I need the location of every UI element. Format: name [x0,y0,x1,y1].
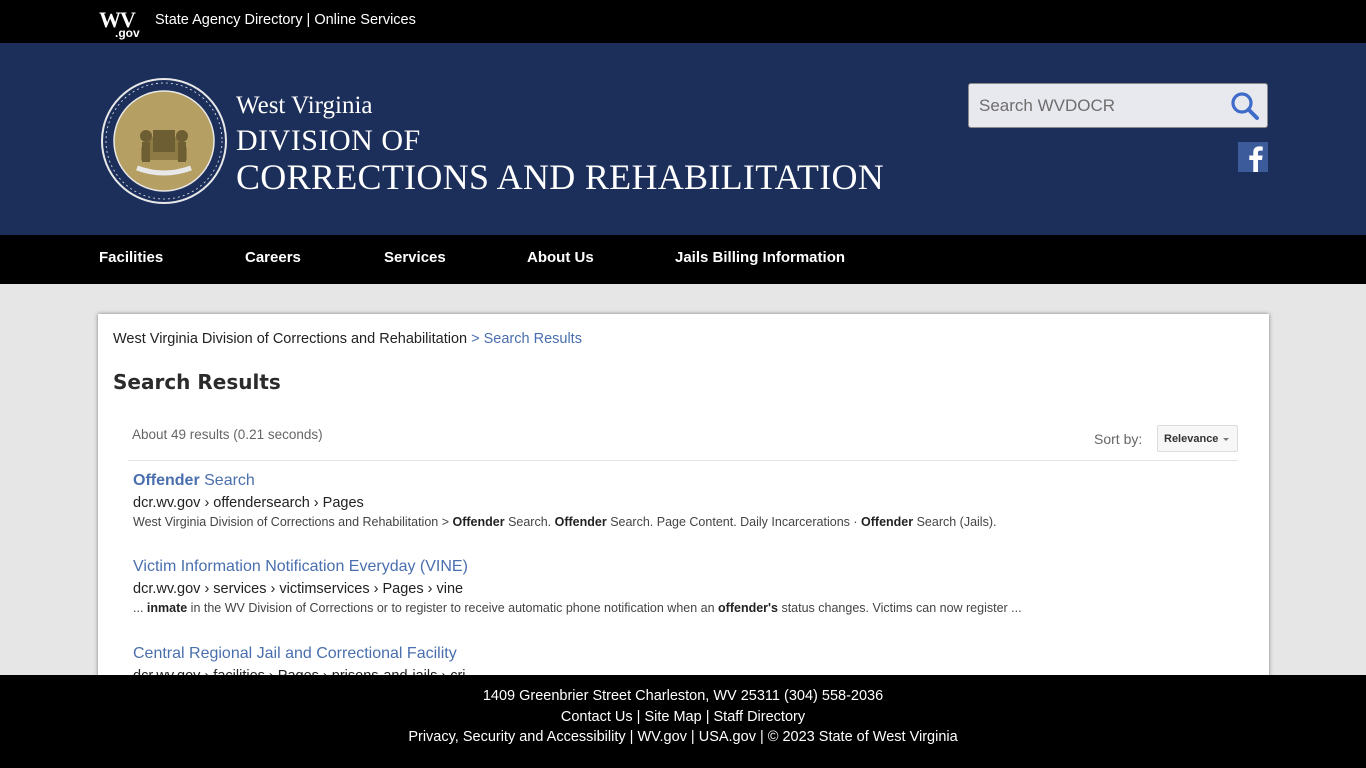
snippet-highlight: Offender [861,515,914,529]
header-title-agency: CORRECTIONS AND REHABILITATION [236,157,885,197]
nav-item-about-us[interactable]: About Us [527,249,594,266]
footer-address: 1409 Greenbrier Street Charleston, WV 25… [482,688,884,704]
copyright-text: © 2023 State of West Virginia [767,729,958,745]
header-title-division: DIVISION OF [236,124,421,157]
snippet-text: in the WV Division of Corrections or to … [187,601,719,615]
search-result-title-link[interactable]: Central Regional Jail and Correctional F… [133,645,1233,667]
snippet-text: Search. [504,515,555,529]
result-title-text: Search [199,472,255,489]
search-result-url: dcr.wv.gov › offendersearch › Pages [133,495,364,511]
contact-us-link[interactable]: Contact Us [561,709,633,725]
breadcrumb: West Virginia Division of Corrections an… [113,331,582,347]
snippet-text: Search. Page Content. Daily Incarceratio… [606,515,862,529]
result-title-text: Central Regional Jail and Correctional F… [133,645,457,662]
page-title: Search Results [113,370,281,394]
online-services-link[interactable]: Online Services [314,12,416,28]
wv-gov-logo[interactable]: WV .gov [99,9,140,41]
search-icon[interactable] [1229,90,1261,122]
breadcrumb-current: Search Results [483,331,582,347]
main-nav: Facilities Careers Services About Us Jai… [0,235,1366,284]
breadcrumb-home-link[interactable]: West Virginia Division of Corrections an… [113,331,467,347]
snippet-highlight: Offender [452,515,505,529]
site-search [968,83,1268,128]
site-footer: 1409 Greenbrier Street Charleston, WV 25… [0,675,1366,768]
site-header: West Virginia DIVISION OF CORRECTIONS AN… [0,43,1366,235]
search-result-title-link[interactable]: Victim Information Notification Everyday… [133,558,1233,580]
snippet-highlight: inmate [146,601,188,615]
sort-label: Sort by: [1094,431,1143,447]
nav-item-services[interactable]: Services [384,249,446,266]
top-bar: WV .gov State Agency Directory | Online … [0,0,1366,43]
footer-links-row-1: Contact Us | Site Map | Staff Directory [0,709,1366,725]
footer-separator: | [690,729,699,745]
search-result-url: dcr.wv.gov › services › victimservices ›… [133,581,464,597]
state-agency-directory-link[interactable]: State Agency Directory [155,12,303,28]
search-result-snippet: West Virginia Division of Corrections an… [133,515,1233,529]
wv-seal-icon[interactable] [101,78,227,204]
search-result: Victim Information Notification Everyday… [133,558,1233,615]
sort-select[interactable]: Relevance [1157,425,1238,452]
wv-gov-link[interactable]: WV.gov [637,729,686,745]
footer-links-row-2: Privacy, Security and Accessibility | WV… [0,729,1366,745]
chevron-down-icon [1223,438,1229,441]
snippet-text: ... [133,601,147,615]
snippet-text: status changes. Victims can now register… [777,601,1022,615]
nav-item-facilities[interactable]: Facilities [99,249,163,266]
sort-select-value: Relevance [1164,433,1219,445]
search-result-title-link[interactable]: Offender Search [133,472,1233,494]
nav-item-careers[interactable]: Careers [245,249,301,266]
snippet-text: Search (Jails). [913,515,997,529]
footer-separator: | [759,729,768,745]
snippet-highlight: Offender [554,515,607,529]
breadcrumb-separator: > [471,331,484,347]
header-title-state: West Virginia [236,92,373,119]
result-title-highlight: Offender [133,472,200,489]
content-card: West Virginia Division of Corrections an… [98,314,1269,694]
privacy-link[interactable]: Privacy, Security and Accessibility [408,729,625,745]
staff-directory-link[interactable]: Staff Directory [714,709,806,725]
search-input[interactable] [979,93,1229,119]
footer-separator: | [705,709,714,725]
snippet-text: West Virginia Division of Corrections an… [133,515,453,529]
result-count: About 49 results (0.21 seconds) [132,427,323,442]
snippet-highlight: offender's [718,601,778,615]
result-title-text: Victim Information Notification Everyday… [133,558,468,575]
top-links: State Agency Directory | Online Services [155,12,416,28]
results-divider [128,460,1238,461]
facebook-icon[interactable] [1238,142,1268,172]
nav-item-jails-billing[interactable]: Jails Billing Information [675,249,845,266]
site-map-link[interactable]: Site Map [644,709,701,725]
gov-logo-text: .gov [115,26,140,40]
usa-gov-link[interactable]: USA.gov [699,729,756,745]
search-result: Offender Search dcr.wv.gov › offendersea… [133,472,1233,529]
search-result-snippet: ... inmate in the WV Division of Correct… [133,601,1233,615]
